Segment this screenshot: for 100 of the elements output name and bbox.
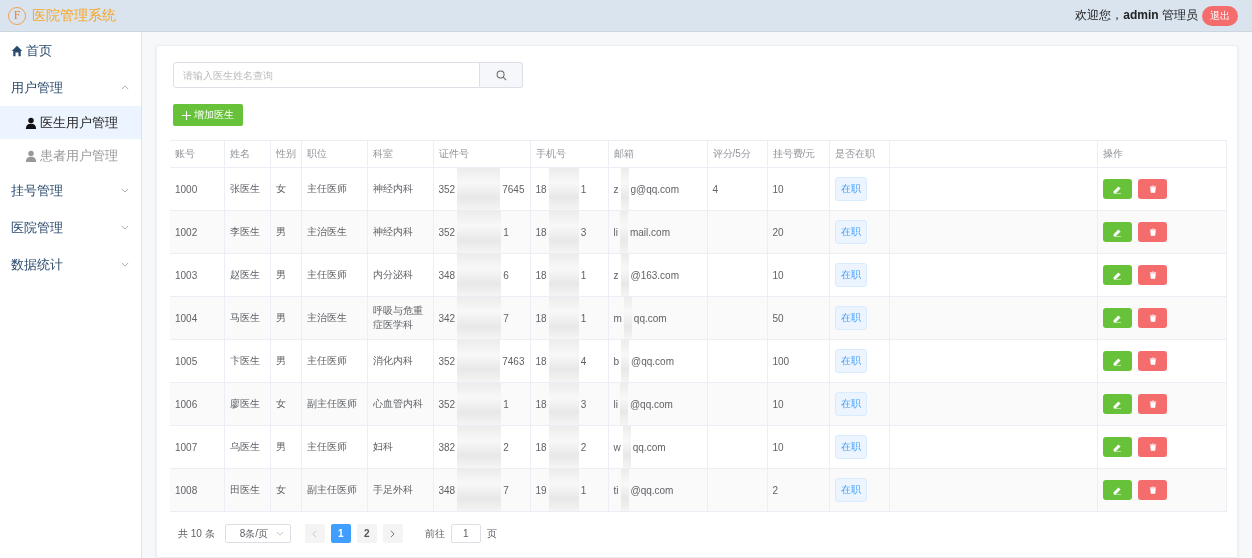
table-cell: qq.com — [633, 312, 667, 324]
table-cell: 消化内科 — [372, 355, 413, 366]
edit-button[interactable] — [1102, 308, 1132, 328]
edit-icon — [1112, 227, 1122, 237]
edit-button[interactable] — [1102, 265, 1132, 285]
table-cell: 1007 — [175, 441, 198, 453]
table-cell: 男 — [275, 269, 286, 280]
menu-item[interactable]: 医院管理 — [0, 209, 141, 246]
table-cell: 卞医生 — [229, 355, 260, 366]
page-size-select[interactable]: 8条/页 — [224, 524, 291, 543]
table-cell: 10 — [772, 183, 784, 195]
table-cell: b — [613, 355, 620, 367]
table-cell: 100 — [772, 355, 790, 367]
menu-item[interactable]: 数据统计 — [0, 246, 141, 283]
table-cell: 主任医师 — [306, 269, 347, 280]
table-cell: @qq.com — [631, 355, 674, 367]
delete-button[interactable] — [1138, 351, 1168, 371]
table-cell: 张医生 — [229, 183, 260, 194]
table-cell: 7645 — [502, 183, 525, 195]
column-header: 挂号费/元 — [772, 148, 816, 159]
table-cell: 乌医生 — [229, 441, 260, 452]
status-tag: 在职 — [834, 435, 867, 459]
status-tag: 在职 — [834, 392, 867, 416]
table-cell: 20 — [772, 226, 784, 238]
delete-button[interactable] — [1138, 222, 1168, 242]
trash-icon — [1148, 271, 1157, 279]
table-cell: 女 — [275, 484, 286, 495]
next-page-button[interactable] — [382, 524, 403, 543]
edit-button[interactable] — [1102, 437, 1132, 457]
total-count: 共 10 条 — [178, 526, 215, 541]
plus-icon — [182, 110, 191, 120]
search-field[interactable]: 请输入医生姓名查询 — [173, 62, 480, 88]
table-cell: 神经内科 — [372, 183, 413, 194]
table-cell: 男 — [275, 312, 286, 323]
edit-button[interactable] — [1102, 179, 1132, 199]
column-header: 操作 — [1102, 148, 1123, 159]
chevron-left-icon — [312, 529, 318, 538]
table-cell: 1 — [580, 312, 587, 324]
table-cell: 2 — [772, 484, 779, 496]
table-cell: 主任医师 — [306, 183, 347, 194]
edit-icon — [1112, 184, 1122, 194]
table-cell: 呼吸与危重症医学科 — [372, 305, 423, 330]
delete-button[interactable] — [1138, 437, 1168, 457]
table-cell: 18 — [535, 183, 547, 195]
table-cell: 主任医师 — [306, 441, 347, 452]
table-cell: li — [613, 226, 618, 238]
table-cell: 18 — [535, 441, 547, 453]
table-cell: 田医生 — [229, 484, 260, 495]
delete-button[interactable] — [1138, 480, 1168, 500]
menu-item[interactable]: 用户管理 — [0, 69, 141, 106]
status-tag: 在职 — [834, 349, 867, 373]
edit-icon — [1112, 270, 1122, 280]
column-header: 手机号 — [535, 148, 566, 159]
app-title: 医院管理系统 — [32, 6, 116, 25]
table-cell: 7 — [503, 312, 509, 324]
table-cell: 主治医生 — [306, 226, 347, 237]
edit-button[interactable] — [1102, 351, 1132, 371]
table-cell: 352 — [438, 355, 456, 367]
trash-icon — [1148, 357, 1157, 365]
trash-icon — [1148, 443, 1157, 451]
edit-button[interactable] — [1102, 480, 1132, 500]
delete-button[interactable] — [1138, 179, 1168, 199]
column-header: 邮箱 — [613, 148, 634, 159]
table-cell: 1 — [503, 226, 509, 238]
table-cell: 副主任医师 — [306, 398, 357, 409]
table-cell: 3 — [580, 226, 587, 238]
previous-page-button[interactable] — [304, 524, 325, 543]
menu-item[interactable]: 挂号管理 — [0, 172, 141, 209]
table-cell: 18 — [535, 312, 547, 324]
submenu-item[interactable]: 医生用户管理 — [0, 106, 141, 139]
edit-button[interactable] — [1102, 222, 1132, 242]
menu-item[interactable]: 首页 — [0, 32, 141, 69]
table-cell: 马医生 — [229, 312, 260, 323]
table-cell: w — [613, 441, 621, 453]
page-input[interactable]: 1 — [450, 524, 481, 543]
delete-button[interactable] — [1138, 394, 1168, 414]
table-cell: 廖医生 — [229, 398, 260, 409]
table-cell: 10 — [772, 269, 784, 281]
table-cell: 1008 — [175, 484, 198, 496]
table-cell: 7 — [503, 484, 509, 496]
user-icon — [25, 116, 37, 129]
table-cell: 1 — [580, 269, 587, 281]
column-header: 是否在职 — [834, 148, 875, 159]
table-cell: 10 — [772, 398, 784, 410]
user-icon — [25, 149, 37, 162]
trash-icon — [1148, 314, 1157, 322]
chevron-right-icon — [390, 529, 396, 538]
delete-button[interactable] — [1138, 308, 1168, 328]
edit-button[interactable] — [1102, 394, 1132, 414]
table-cell: ti — [613, 484, 619, 496]
table-cell: z — [613, 183, 619, 195]
status-tag: 在职 — [834, 306, 867, 330]
table-cell: 352 — [438, 226, 456, 238]
trash-icon — [1148, 228, 1157, 236]
delete-button[interactable] — [1138, 265, 1168, 285]
search-button[interactable] — [480, 62, 523, 88]
table-cell: 382 — [438, 441, 456, 453]
page-button[interactable]: 2 — [356, 524, 377, 543]
table-cell: z — [613, 269, 619, 281]
search-icon — [495, 69, 507, 81]
